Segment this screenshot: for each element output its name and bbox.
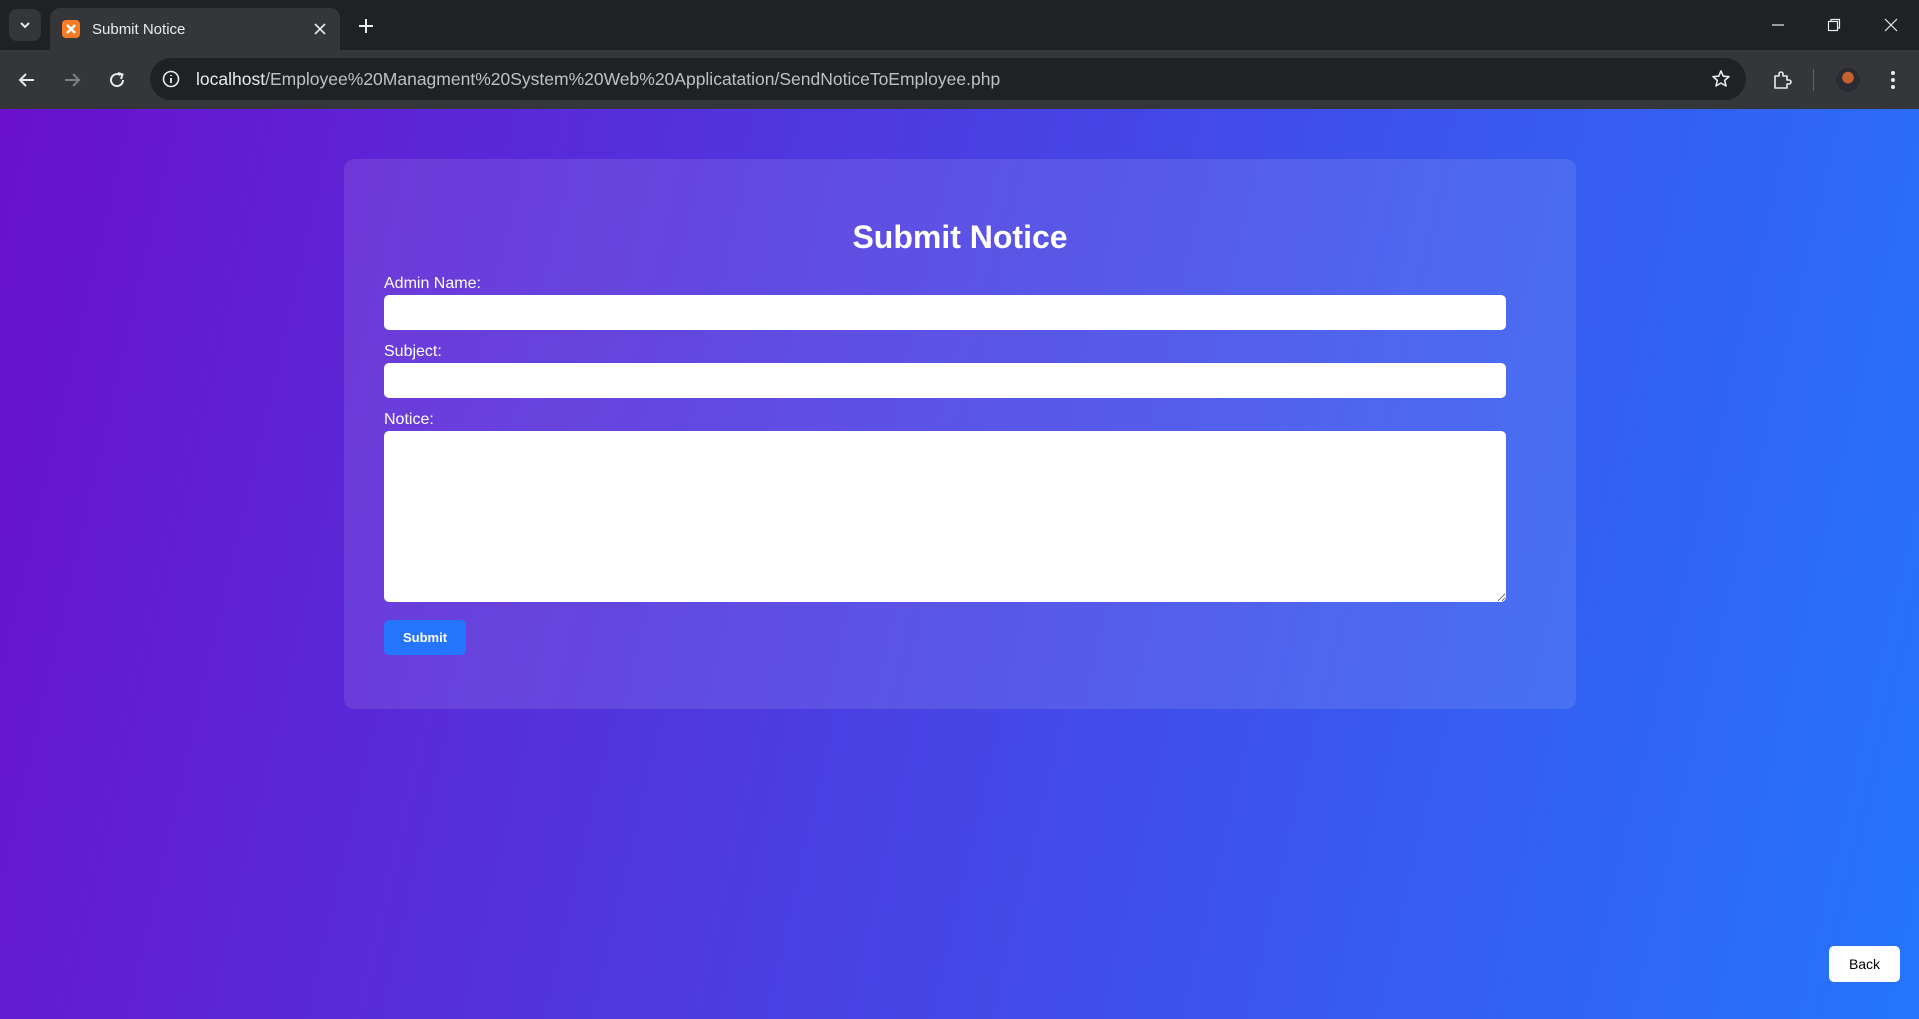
- forward-arrow-icon[interactable]: [55, 63, 89, 97]
- tab-search-button[interactable]: [9, 9, 41, 41]
- profile-avatar[interactable]: [1831, 63, 1865, 97]
- new-tab-icon[interactable]: [352, 12, 380, 40]
- back-arrow-icon[interactable]: [10, 63, 44, 97]
- notice-form-card: Submit Notice Admin Name: Subject: Notic…: [344, 159, 1576, 709]
- bookmark-star-icon[interactable]: [1706, 64, 1736, 94]
- admin-name-label: Admin Name:: [384, 275, 481, 292]
- tab-title: Submit Notice: [92, 20, 186, 38]
- tab-close-icon[interactable]: [308, 17, 332, 41]
- url-path: /Employee%20Managment%20System%20Web%20A…: [265, 69, 1001, 89]
- submit-button[interactable]: Submit: [384, 620, 466, 655]
- minimize-icon[interactable]: [1750, 0, 1806, 50]
- subject-label: Subject:: [384, 343, 442, 360]
- page-title: Submit Notice: [852, 219, 1068, 255]
- avatar-icon: [1836, 68, 1860, 92]
- close-window-icon[interactable]: [1863, 0, 1919, 50]
- subject-input[interactable]: [384, 363, 1506, 398]
- browser-titlebar: Submit Notice: [0, 0, 1919, 50]
- notice-textarea[interactable]: [384, 431, 1506, 602]
- chevron-down-icon: [20, 22, 30, 29]
- admin-name-input[interactable]: [384, 295, 1506, 330]
- browser-tab[interactable]: Submit Notice: [50, 8, 340, 50]
- extensions-puzzle-icon[interactable]: [1765, 63, 1799, 97]
- site-info-icon[interactable]: [156, 64, 186, 94]
- xampp-favicon-icon: [62, 20, 80, 38]
- url-text: localhost/Employee%20Managment%20System%…: [196, 69, 1000, 90]
- browser-toolbar: localhost/Employee%20Managment%20System%…: [0, 50, 1919, 109]
- reload-icon[interactable]: [100, 63, 134, 97]
- restore-icon[interactable]: [1806, 0, 1862, 50]
- toolbar-separator: [1813, 69, 1814, 91]
- page-background: Submit Notice Admin Name: Subject: Notic…: [0, 109, 1919, 1019]
- back-button[interactable]: Back: [1829, 946, 1900, 982]
- more-menu-icon[interactable]: [1876, 63, 1910, 97]
- notice-label: Notice:: [384, 411, 434, 428]
- address-bar[interactable]: localhost/Employee%20Managment%20System%…: [150, 58, 1746, 100]
- url-host: localhost: [196, 69, 266, 89]
